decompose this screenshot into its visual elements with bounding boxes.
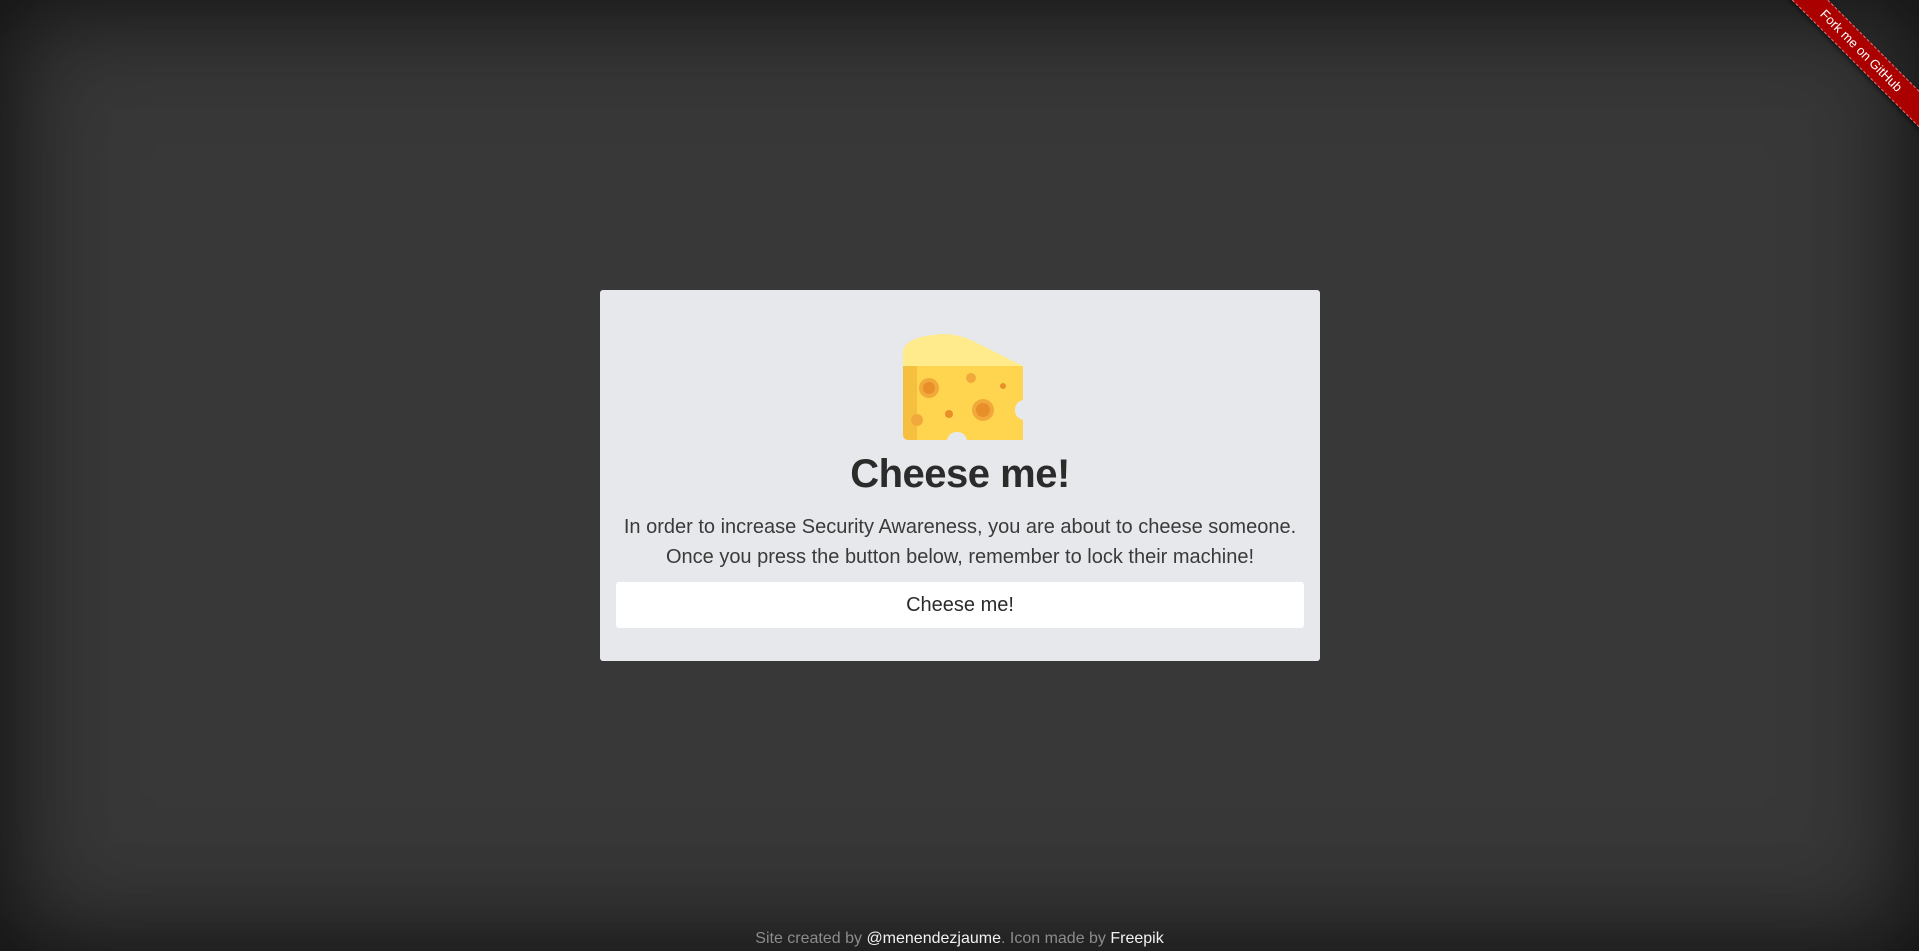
- freepik-link[interactable]: Freepik: [1110, 930, 1163, 947]
- cheese-icon: [903, 334, 1023, 440]
- description: In order to increase Security Awareness,…: [600, 512, 1320, 572]
- description-line-1: In order to increase Security Awareness,…: [623, 516, 1297, 538]
- author-link[interactable]: @menendezjaume: [866, 930, 1001, 947]
- description-line-2: Once you press the button below, remembe…: [665, 546, 1255, 568]
- fork-on-github-ribbon[interactable]: Fork me on GitHub: [1774, 0, 1919, 138]
- footer-prefix: Site created by: [755, 930, 867, 947]
- github-ribbon-container: Fork me on GitHub: [1769, 0, 1919, 150]
- footer: Site created by @menendezjaume. Icon mad…: [0, 929, 1919, 949]
- page: { "card": { "icon": "cheese-icon", "titl…: [0, 0, 1919, 951]
- cheese-card: Cheese me! In order to increase Security…: [600, 290, 1320, 661]
- footer-middle: . Icon made by: [1000, 930, 1111, 947]
- cheese-me-button[interactable]: Cheese me!: [616, 582, 1304, 628]
- page-title: Cheese me!: [850, 452, 1070, 496]
